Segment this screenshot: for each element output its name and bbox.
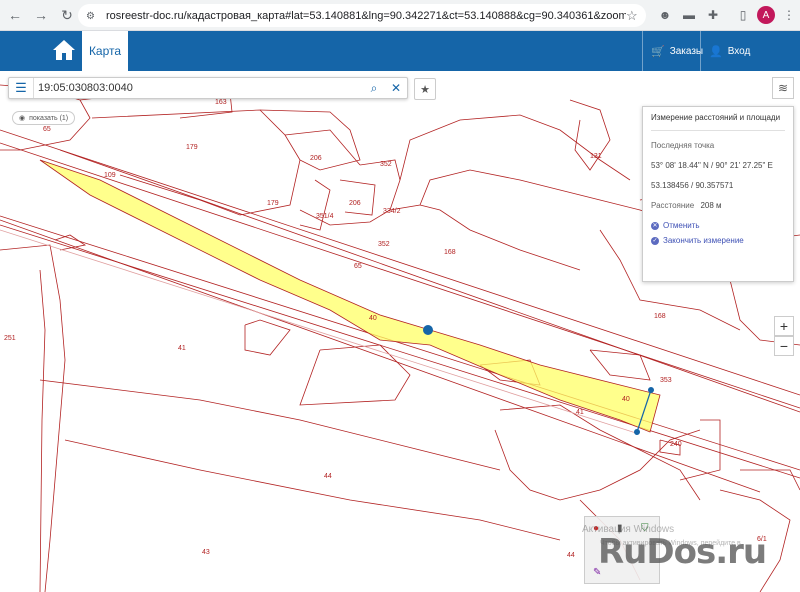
map-label: 206 — [349, 200, 361, 207]
map-label: 251 — [4, 335, 16, 342]
map-label: 352 — [378, 241, 390, 248]
layers-icon[interactable]: ≋ — [772, 77, 794, 99]
coords-decimal: 53.138456 / 90.357571 — [651, 181, 734, 190]
eye-icon: ◉ — [19, 115, 26, 122]
map-label: 206 — [310, 155, 322, 162]
measure-panel-title: Измерение расстояний и площади — [651, 113, 785, 131]
show-results-button[interactable]: ◉ показать (1) — [12, 111, 76, 125]
last-point-label: Последняя точка — [651, 141, 715, 150]
map-label: 240 — [670, 441, 682, 448]
bookmark-star-icon[interactable]: ☆ — [626, 8, 646, 24]
map-label: 352 — [380, 161, 392, 168]
rudos-watermark: RuDos.ru — [598, 532, 767, 572]
map-label: 168 — [654, 313, 666, 320]
map-label: 351/4 — [316, 213, 334, 220]
search-box: ☰ 19:05:030803:0040 ⌕ ✕ — [8, 77, 408, 99]
map-label: 41 — [178, 345, 186, 352]
back-icon[interactable]: ← — [4, 4, 26, 26]
map-label: 40 — [369, 315, 377, 322]
site-info-icon[interactable]: ⚙ — [86, 11, 98, 22]
map-label: 65 — [354, 263, 362, 270]
cart-icon: 🛒 — [651, 45, 665, 58]
map-label: 41 — [576, 409, 584, 416]
tab-map[interactable]: Карта — [82, 31, 128, 71]
user-icon: 👤 — [709, 45, 723, 58]
distance-value: 208 м — [700, 201, 722, 210]
map-label: 334/2 — [383, 208, 401, 215]
extension-icon[interactable]: ☻ — [656, 6, 674, 24]
map-label: 163 — [215, 99, 227, 106]
sidepanel-icon[interactable]: ▯ — [734, 6, 752, 24]
forward-icon[interactable]: → — [30, 4, 52, 26]
search-icon[interactable]: ⌕ — [363, 81, 385, 96]
map-label: 131 — [590, 153, 602, 160]
map-label: 65 — [43, 126, 51, 133]
reload-icon[interactable]: ↻ — [56, 4, 78, 26]
zoom-out-button[interactable]: − — [774, 336, 794, 356]
map-label: 44 — [567, 552, 575, 559]
zoom-in-button[interactable]: + — [774, 316, 794, 336]
login-label: Вход — [727, 45, 751, 57]
map-label: 43 — [202, 549, 210, 556]
more-menu-icon[interactable]: ⋮ — [780, 6, 798, 24]
map-label: 179 — [186, 144, 198, 151]
measure-panel: Измерение расстояний и площади Последняя… — [642, 106, 794, 282]
cancel-measure-button[interactable]: ✕ Отменить — [651, 221, 785, 230]
finish-label: Закончить измерение — [663, 236, 744, 245]
cancel-icon: ✕ — [651, 221, 659, 230]
search-input[interactable]: 19:05:030803:0040 — [33, 78, 363, 98]
app-header: Карта 🛒 Заказы 👤 Вход — [0, 31, 800, 71]
orders-label: Заказы — [669, 45, 704, 57]
map-label: 40 — [622, 396, 630, 403]
menu-icon[interactable]: ☰ — [9, 80, 33, 96]
url-text[interactable]: rosreestr-doc.ru/кадастровая_карта#lat=5… — [106, 10, 626, 22]
favorite-star-icon[interactable]: ★ — [414, 78, 436, 100]
login-button[interactable]: 👤 Вход — [700, 31, 758, 71]
clear-icon[interactable]: ✕ — [385, 81, 407, 95]
coords-dms: 53° 08' 18.44" N / 90° 21' 27.25" E — [651, 161, 773, 170]
map-label: 179 — [267, 200, 279, 207]
map-label: 353 — [660, 377, 672, 384]
distance-label: Расстояние — [651, 201, 695, 210]
address-bar[interactable]: ⚙ rosreestr-doc.ru/кадастровая_карта#lat… — [78, 4, 646, 27]
puzzle-icon[interactable]: ✚ — [704, 6, 722, 24]
cancel-label: Отменить — [663, 221, 700, 230]
map-label: 109 — [104, 172, 116, 179]
home-icon[interactable] — [52, 39, 76, 61]
finish-measure-button[interactable]: ✓ Закончить измерение — [651, 236, 785, 245]
map-label: 44 — [324, 473, 332, 480]
show-results-label: показать (1) — [29, 114, 69, 122]
extension-icon[interactable]: ▬ — [680, 6, 698, 24]
check-icon: ✓ — [651, 236, 659, 245]
map-label: 168 — [444, 249, 456, 256]
avatar[interactable]: A — [757, 6, 775, 24]
